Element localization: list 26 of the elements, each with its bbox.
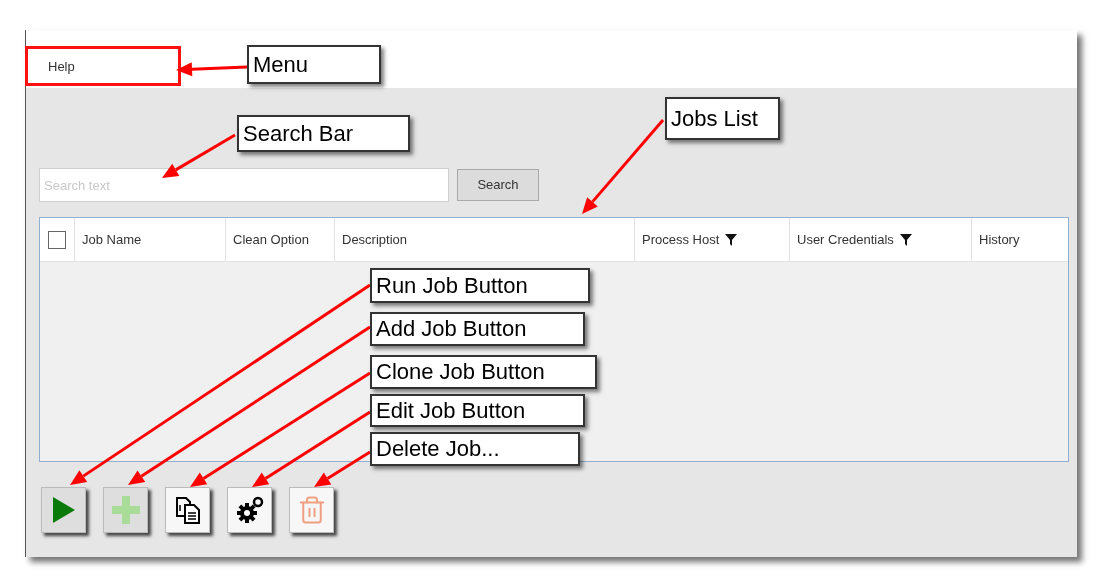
callout-label: Jobs List [665,97,780,140]
callout-label: Edit Job Button [370,394,585,427]
filter-icon[interactable] [899,233,912,246]
gears-icon [234,495,265,525]
toolbar-button[interactable] [165,487,210,533]
menu-item[interactable]: Help [48,56,75,76]
column-header[interactable]: Description [342,229,408,250]
callout-label: Run Job Button [370,268,590,303]
callout-label: Delete Job... [370,432,580,466]
column-header[interactable]: History [979,229,1020,250]
play-icon [50,495,77,525]
copy-icon [173,495,202,525]
column-header[interactable]: Job Name [82,229,142,250]
column-header[interactable]: Process Host [642,229,720,250]
search-button[interactable]: Search [457,169,539,201]
callout-label: Clone Job Button [370,355,597,389]
column-header[interactable]: Clean Option [233,229,309,250]
filter-icon[interactable] [725,233,738,246]
arrow [176,62,248,77]
plus-icon [110,495,141,525]
checkbox[interactable] [48,230,66,249]
toolbar-button[interactable] [227,487,272,533]
callout-label: Add Job Button [370,312,585,346]
callout-label: Search Bar [237,115,410,152]
callout-label: Menu [247,45,381,84]
column-header[interactable]: User Credentials [797,229,894,250]
